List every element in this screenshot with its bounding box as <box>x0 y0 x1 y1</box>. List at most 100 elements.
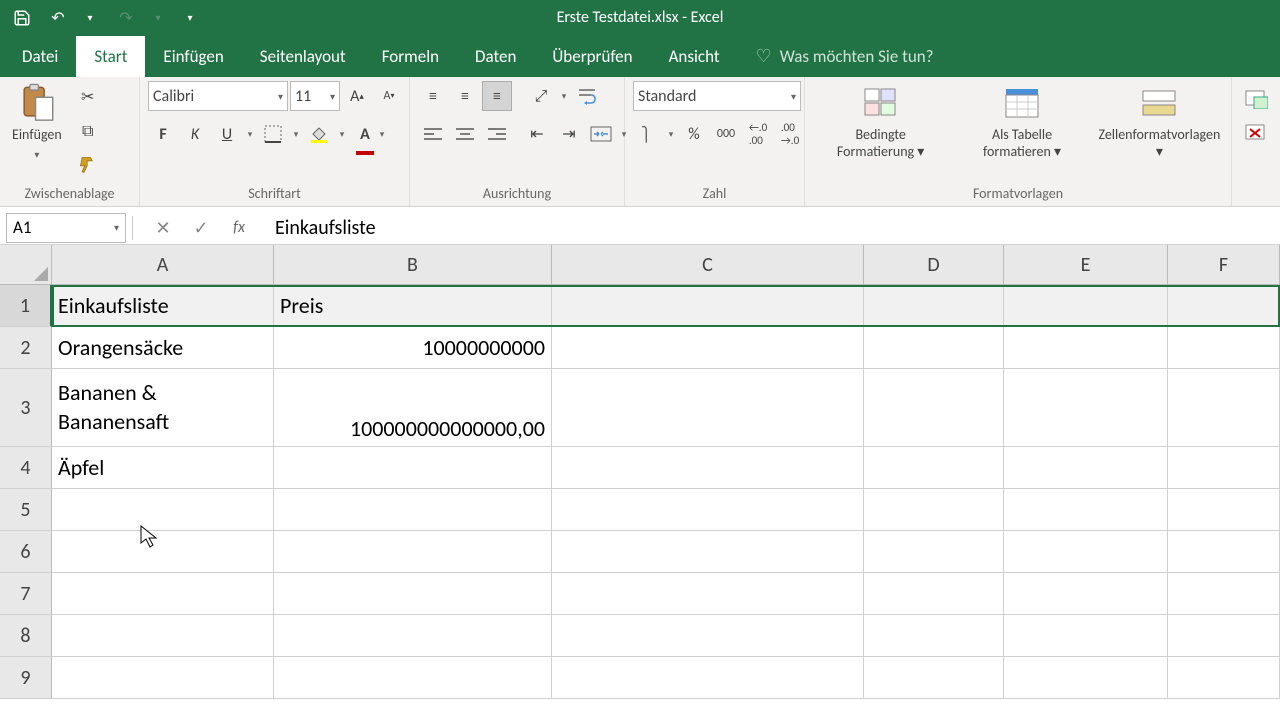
undo-dropdown[interactable]: ▾ <box>76 4 104 32</box>
cell-C8[interactable] <box>552 615 864 657</box>
italic-button[interactable]: K <box>180 119 210 149</box>
cell-B1[interactable]: Preis <box>274 285 552 327</box>
percent-button[interactable]: % <box>679 119 709 149</box>
cell-A9[interactable] <box>52 657 274 699</box>
number-format-combo[interactable]: Standard ▾ <box>633 81 801 111</box>
cell-F6[interactable] <box>1168 531 1280 573</box>
qat-customize[interactable]: ▾ <box>176 4 204 32</box>
cell-styles-button[interactable]: Zellenformatvorlagen ▾ <box>1096 81 1223 163</box>
align-right-button[interactable] <box>482 119 512 149</box>
cell-F2[interactable] <box>1168 327 1280 369</box>
cell-A3[interactable]: Bananen & Bananensaft <box>52 369 274 447</box>
tab-home[interactable]: Start <box>76 36 145 77</box>
cell-D7[interactable] <box>864 573 1004 615</box>
formula-input[interactable] <box>269 213 1274 243</box>
cell-A5[interactable] <box>52 489 274 531</box>
column-header-B[interactable]: B <box>274 245 552 285</box>
tab-insert[interactable]: Einfügen <box>145 36 241 77</box>
redo-button[interactable]: ↷ <box>112 4 140 32</box>
tab-view[interactable]: Ansicht <box>651 36 738 77</box>
cell-C1[interactable] <box>552 285 864 327</box>
font-name-combo[interactable]: Calibri ▾ <box>148 81 288 111</box>
copy-button[interactable]: ⧉ <box>74 117 102 145</box>
grow-font-button[interactable]: A▴ <box>342 81 372 111</box>
decrease-indent-button[interactable]: ⇤ <box>522 119 552 149</box>
cell-A1[interactable]: Einkaufsliste <box>52 285 274 327</box>
format-as-table-button[interactable]: Als Tabelle formatieren ▾ <box>954 81 1090 163</box>
undo-button[interactable]: ↶ <box>44 4 72 32</box>
format-painter-button[interactable] <box>74 151 102 179</box>
fx-button[interactable]: fx <box>225 214 253 242</box>
align-top-button[interactable]: ≡ <box>418 81 448 111</box>
cell-E2[interactable] <box>1004 327 1168 369</box>
conditional-formatting-button[interactable]: Bedingte Formatierung ▾ <box>813 81 948 163</box>
cell-B4[interactable] <box>274 447 552 489</box>
cell-D3[interactable] <box>864 369 1004 447</box>
orientation-button[interactable]: ⤢ <box>526 81 556 111</box>
borders-button[interactable] <box>258 119 288 149</box>
cell-D9[interactable] <box>864 657 1004 699</box>
paste-button[interactable]: Einfügen ▾ <box>8 81 66 163</box>
increase-indent-button[interactable]: ⇥ <box>554 119 584 149</box>
fill-color-dropdown[interactable]: ▾ <box>336 119 348 149</box>
row-header-9[interactable]: 9 <box>0 657 52 699</box>
tab-data[interactable]: Daten <box>457 36 534 77</box>
enter-formula-button[interactable]: ✓ <box>187 214 215 242</box>
cell-F9[interactable] <box>1168 657 1280 699</box>
cell-D2[interactable] <box>864 327 1004 369</box>
cell-E1[interactable] <box>1004 285 1168 327</box>
cell-E8[interactable] <box>1004 615 1168 657</box>
cells-area[interactable]: EinkaufslistePreisOrangensäcke1000000000… <box>52 285 1280 699</box>
tab-review[interactable]: Überprüfen <box>534 36 650 77</box>
redo-dropdown[interactable]: ▾ <box>144 4 172 32</box>
cell-F4[interactable] <box>1168 447 1280 489</box>
row-header-7[interactable]: 7 <box>0 573 52 615</box>
cell-E3[interactable] <box>1004 369 1168 447</box>
select-all-corner[interactable] <box>0 245 52 285</box>
cell-A6[interactable] <box>52 531 274 573</box>
column-header-E[interactable]: E <box>1004 245 1168 285</box>
save-button[interactable] <box>8 4 36 32</box>
cell-C2[interactable] <box>552 327 864 369</box>
cell-C6[interactable] <box>552 531 864 573</box>
align-center-button[interactable] <box>450 119 480 149</box>
cell-C5[interactable] <box>552 489 864 531</box>
align-middle-button[interactable]: ≡ <box>450 81 480 111</box>
cell-B8[interactable] <box>274 615 552 657</box>
column-header-A[interactable]: A <box>52 245 274 285</box>
row-header-6[interactable]: 6 <box>0 531 52 573</box>
tab-pagelayout[interactable]: Seitenlayout <box>242 36 364 77</box>
row-header-1[interactable]: 1 <box>0 285 52 327</box>
cell-A7[interactable] <box>52 573 274 615</box>
cell-D4[interactable] <box>864 447 1004 489</box>
row-header-3[interactable]: 3 <box>0 369 52 447</box>
decrease-decimal-button[interactable]: .00→.0 <box>775 119 805 149</box>
cell-C7[interactable] <box>552 573 864 615</box>
cell-B6[interactable] <box>274 531 552 573</box>
column-header-D[interactable]: D <box>864 245 1004 285</box>
cell-B9[interactable] <box>274 657 552 699</box>
cut-button[interactable]: ✂ <box>74 83 102 111</box>
cell-B5[interactable] <box>274 489 552 531</box>
cell-C3[interactable] <box>552 369 864 447</box>
insert-cells-button[interactable] <box>1242 85 1270 113</box>
row-header-8[interactable]: 8 <box>0 615 52 657</box>
cell-A8[interactable] <box>52 615 274 657</box>
underline-button[interactable]: U <box>212 119 242 149</box>
cell-E4[interactable] <box>1004 447 1168 489</box>
delete-cells-button[interactable] <box>1242 119 1270 147</box>
cell-D1[interactable] <box>864 285 1004 327</box>
cell-E5[interactable] <box>1004 489 1168 531</box>
tell-me-search[interactable]: ♡ Was möchten Sie tun? <box>738 35 952 77</box>
tab-formulas[interactable]: Formeln <box>364 36 457 77</box>
cell-B3[interactable]: 100000000000000,00 <box>274 369 552 447</box>
font-color-dropdown[interactable]: ▾ <box>376 119 388 149</box>
cell-F8[interactable] <box>1168 615 1280 657</box>
cell-E6[interactable] <box>1004 531 1168 573</box>
row-header-2[interactable]: 2 <box>0 327 52 369</box>
cancel-formula-button[interactable]: ✕ <box>149 214 177 242</box>
cell-D8[interactable] <box>864 615 1004 657</box>
accounting-format-button[interactable]: ⎫ <box>633 119 663 149</box>
cell-F7[interactable] <box>1168 573 1280 615</box>
orientation-dropdown[interactable]: ▾ <box>558 81 570 111</box>
